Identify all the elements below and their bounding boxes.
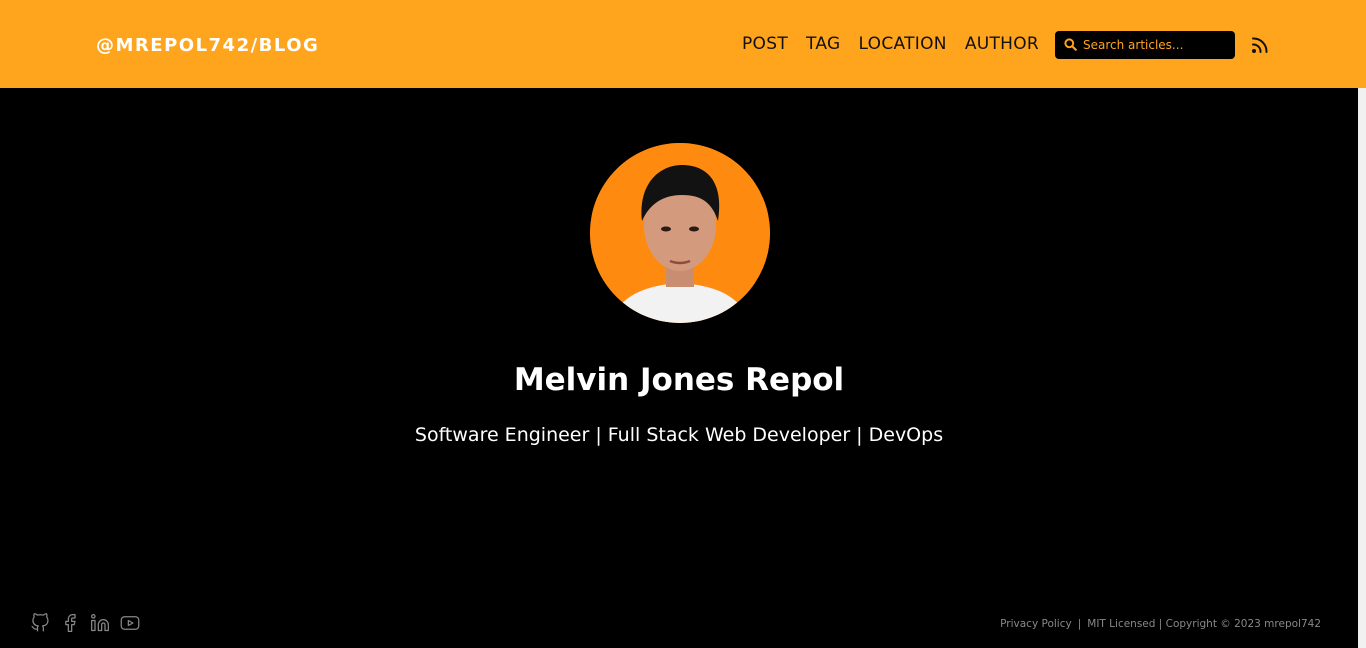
github-icon[interactable] xyxy=(30,612,50,634)
license-text: MIT Licensed | Copyright © 2023 mrepol74… xyxy=(1087,618,1321,630)
profile-tagline: Software Engineer | Full Stack Web Devel… xyxy=(414,424,944,446)
nav-location[interactable]: LOCATION xyxy=(858,33,946,55)
avatar-portrait xyxy=(590,143,770,323)
avatar xyxy=(590,143,770,323)
site-brand[interactable]: @MREPOL742/BLOG xyxy=(96,35,319,56)
search-icon xyxy=(1064,36,1077,55)
nav-post[interactable]: POST xyxy=(742,33,788,55)
nav-author[interactable]: AUTHOR xyxy=(965,33,1039,55)
footer-separator: | xyxy=(1077,618,1082,630)
facebook-icon[interactable] xyxy=(60,612,80,634)
profile-name: Melvin Jones Repol xyxy=(513,362,845,398)
site-header: @MREPOL742/BLOG POST TAG LOCATION AUTHOR xyxy=(0,0,1366,88)
rss-icon[interactable] xyxy=(1250,35,1270,55)
scrollbar[interactable] xyxy=(1358,88,1366,648)
nav-tag[interactable]: TAG xyxy=(806,33,840,55)
youtube-icon[interactable] xyxy=(120,612,140,634)
social-links xyxy=(30,612,140,634)
search-box[interactable] xyxy=(1055,31,1235,59)
linkedin-icon[interactable] xyxy=(90,612,110,634)
privacy-policy-link[interactable]: Privacy Policy xyxy=(1000,618,1072,630)
footer-legal: Privacy Policy | MIT Licensed | Copyright … xyxy=(1000,618,1321,630)
search-input[interactable] xyxy=(1083,38,1223,52)
main-nav: POST TAG LOCATION AUTHOR xyxy=(742,33,1039,55)
